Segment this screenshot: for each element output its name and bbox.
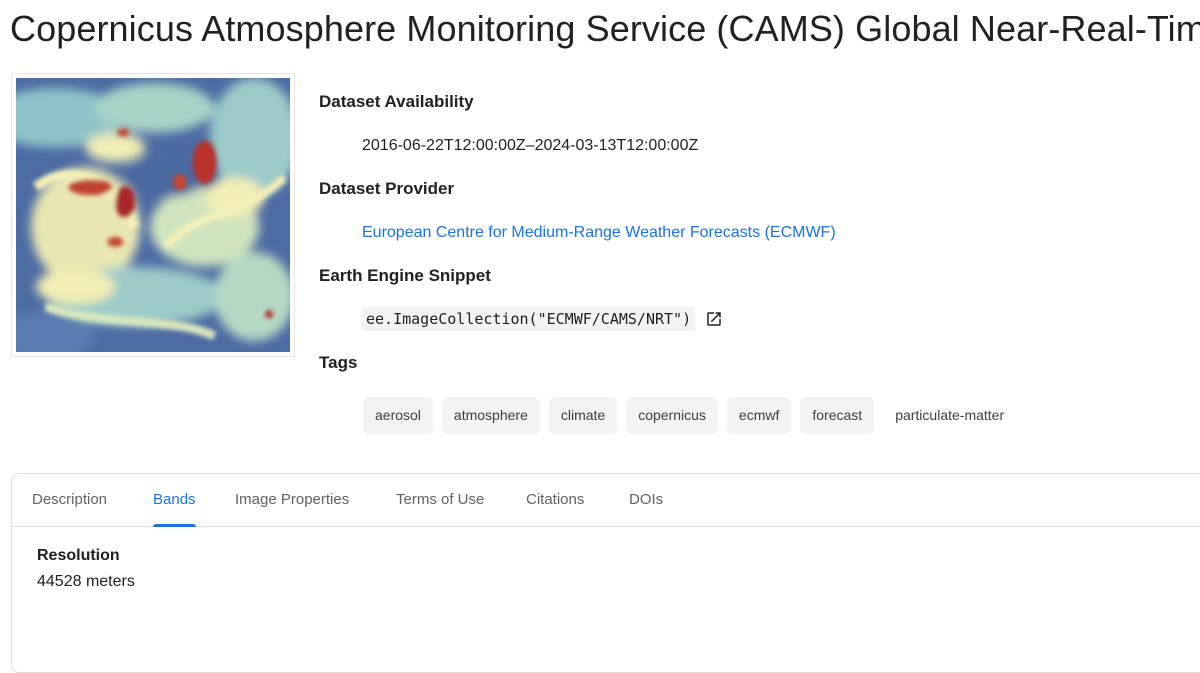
resolution-value: 44528 meters bbox=[37, 573, 135, 590]
open-in-new-icon[interactable] bbox=[705, 310, 723, 328]
tag-climate[interactable]: climate bbox=[548, 397, 618, 434]
snippet-row: ee.ImageCollection("ECMWF/CAMS/NRT") bbox=[362, 307, 723, 331]
tag-forecast[interactable]: forecast bbox=[800, 397, 875, 434]
provider-link[interactable]: European Centre for Medium-Range Weather… bbox=[362, 224, 836, 241]
tab-citations[interactable]: Citations bbox=[526, 474, 584, 526]
tag-particulate-matter[interactable]: particulate-matter bbox=[883, 397, 1016, 434]
snippet-label: Earth Engine Snippet bbox=[319, 266, 491, 285]
tag-atmosphere[interactable]: atmosphere bbox=[441, 397, 540, 434]
provider-label: Dataset Provider bbox=[319, 179, 455, 198]
tab-terms-of-use[interactable]: Terms of Use bbox=[396, 474, 484, 526]
tab-image-properties[interactable]: Image Properties bbox=[235, 474, 349, 526]
details-panel: Description Bands Image Properties Terms… bbox=[11, 473, 1200, 673]
tab-bands[interactable]: Bands bbox=[153, 474, 196, 527]
tag-aerosol[interactable]: aerosol bbox=[363, 397, 433, 434]
tab-dois[interactable]: DOIs bbox=[629, 474, 663, 526]
tag-copernicus[interactable]: copernicus bbox=[626, 397, 718, 434]
tab-description[interactable]: Description bbox=[32, 474, 107, 526]
page-title: Copernicus Atmosphere Monitoring Service… bbox=[10, 8, 1200, 49]
tags-label: Tags bbox=[319, 353, 358, 372]
availability-label: Dataset Availability bbox=[319, 92, 474, 111]
availability-value: 2016-06-22T12:00:00Z–2024-03-13T12:00:00… bbox=[362, 137, 699, 154]
thumbnail-image bbox=[16, 78, 290, 352]
dataset-thumbnail bbox=[11, 73, 295, 357]
tag-ecmwf[interactable]: ecmwf bbox=[726, 397, 792, 434]
tag-list: aerosol atmosphere climate copernicus ec… bbox=[363, 397, 1016, 434]
resolution-label: Resolution bbox=[37, 547, 120, 564]
snippet-code[interactable]: ee.ImageCollection("ECMWF/CAMS/NRT") bbox=[362, 307, 696, 331]
tab-bar: Description Bands Image Properties Terms… bbox=[12, 474, 1200, 527]
